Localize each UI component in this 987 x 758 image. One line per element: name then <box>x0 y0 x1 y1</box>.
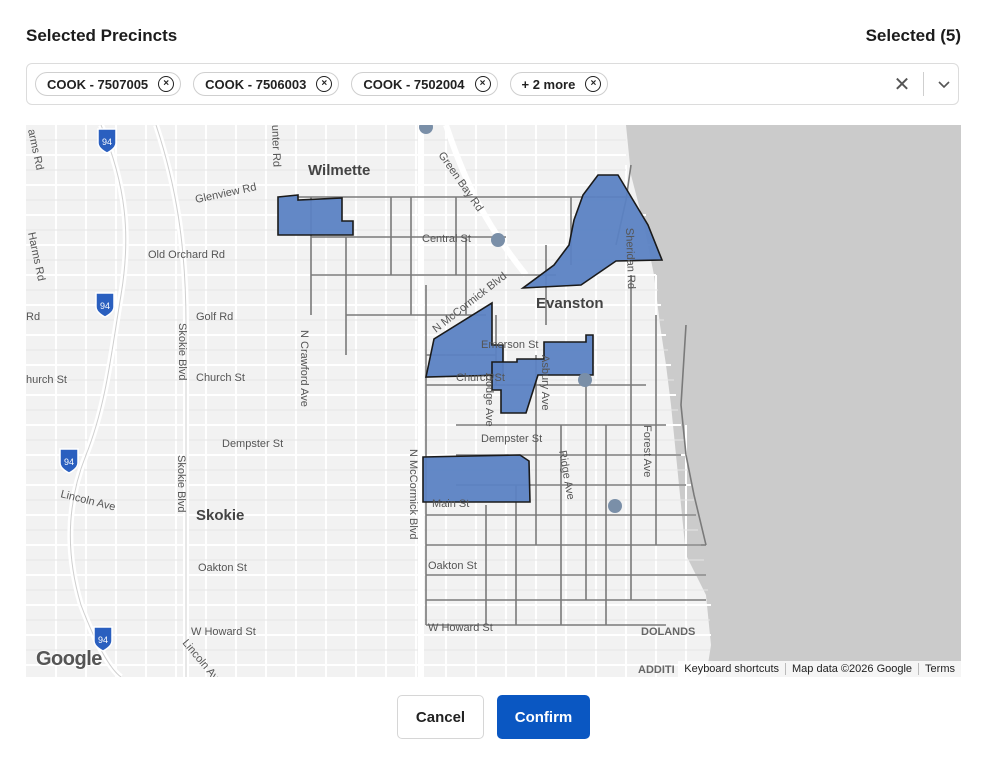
street-label: Skokie Blvd <box>176 323 188 380</box>
street-label: Old Orchard Rd <box>148 249 225 261</box>
map-data-label: Map data ©2026 Google <box>785 663 918 675</box>
street-label: N Crawford Ave <box>298 330 310 407</box>
more-chip[interactable]: + 2 more × <box>509 72 609 96</box>
street-label: hurch St <box>26 374 67 386</box>
map-canvas[interactable]: 94 94 94 94 Wilmette Evanston Skokie DOL… <box>26 125 961 677</box>
lake-michigan <box>626 125 961 677</box>
remove-chip-icon[interactable]: × <box>474 76 491 92</box>
street-label: Central St <box>422 233 471 245</box>
street-label: Asbury Ave <box>539 355 551 410</box>
precinct-map[interactable]: 94 94 94 94 Wilmette Evanston Skokie DOL… <box>26 125 961 677</box>
street-label: Oakton St <box>198 562 247 574</box>
street-label: W Howard St <box>428 622 493 634</box>
google-logo: Google <box>36 648 102 670</box>
road-casings <box>69 125 187 677</box>
select-actions: ✕ <box>887 64 958 104</box>
street-label: W Howard St <box>191 626 256 638</box>
precinct-chip: COOK - 7506003 × <box>193 72 340 96</box>
remove-chip-icon[interactable]: × <box>158 76 175 92</box>
place-label-evanston: Evanston <box>536 295 604 312</box>
clear-icon[interactable]: ✕ <box>887 72 917 97</box>
chevron-down-icon[interactable] <box>930 77 958 91</box>
shield-label: 94 <box>64 457 74 467</box>
selected-precincts[interactable] <box>277 174 664 503</box>
selected-count: Selected (5) <box>865 26 961 45</box>
chip-label: COOK - 7507005 <box>47 76 149 92</box>
terms-link[interactable]: Terms <box>918 663 961 675</box>
divider <box>923 72 924 96</box>
shield-label: 94 <box>102 137 112 147</box>
street-label: Forest Ave <box>641 425 653 477</box>
street-label: Church St <box>456 372 505 384</box>
street-label: Main St <box>432 498 469 510</box>
precinct-chip: COOK - 7507005 × <box>35 72 182 96</box>
place-label-wilmette: Wilmette <box>308 162 370 179</box>
precinct-chip: COOK - 7502004 × <box>351 72 498 96</box>
map-attribution: Keyboard shortcuts Map data ©2026 Google… <box>678 661 961 677</box>
street-label: Dodge Ave <box>483 373 495 427</box>
remove-chip-icon[interactable]: × <box>585 76 602 92</box>
keyboard-shortcuts-link[interactable]: Keyboard shortcuts <box>678 663 785 675</box>
dialog-title: Selected Precincts <box>26 26 178 45</box>
shield-label: 94 <box>98 635 108 645</box>
street-label: Oakton St <box>428 560 477 572</box>
street-label: Lincoln Ave <box>59 488 116 513</box>
dialog-header: Selected Precincts Selected (5) <box>26 24 961 48</box>
place-label-dolands: DOLANDS <box>641 626 695 638</box>
chip-label: COOK - 7502004 <box>363 76 465 92</box>
place-label-skokie: Skokie <box>196 507 244 524</box>
street-label: Dempster St <box>222 438 283 450</box>
place-label-additi: ADDITI <box>638 664 675 676</box>
street-label: N McCormick Blvd <box>407 449 419 539</box>
street-label: Emerson St <box>481 339 538 351</box>
street-label: arms Rd <box>26 128 45 171</box>
selected-precinct-south <box>422 454 531 503</box>
street-label: Dempster St <box>481 433 542 445</box>
chip-label: + 2 more <box>521 76 576 92</box>
street-label: Ridge Ave <box>556 449 576 500</box>
selected-precinct-wilmette <box>277 194 354 236</box>
cancel-button[interactable]: Cancel <box>397 695 484 739</box>
street-label: Golf Rd <box>196 311 233 323</box>
street-label: Church St <box>196 372 245 384</box>
remove-chip-icon[interactable]: × <box>316 76 333 92</box>
chip-label: COOK - 7506003 <box>205 76 307 92</box>
street-label: Sheridan Rd <box>623 228 637 290</box>
street-label: Skokie Blvd <box>175 455 187 512</box>
confirm-button[interactable]: Confirm <box>497 695 590 739</box>
precinct-multiselect[interactable]: COOK - 7507005 × COOK - 7506003 × COOK -… <box>26 63 959 105</box>
shield-label: 94 <box>100 301 110 311</box>
street-label: Rd <box>26 311 40 323</box>
street-label: unter Rd <box>269 125 282 167</box>
